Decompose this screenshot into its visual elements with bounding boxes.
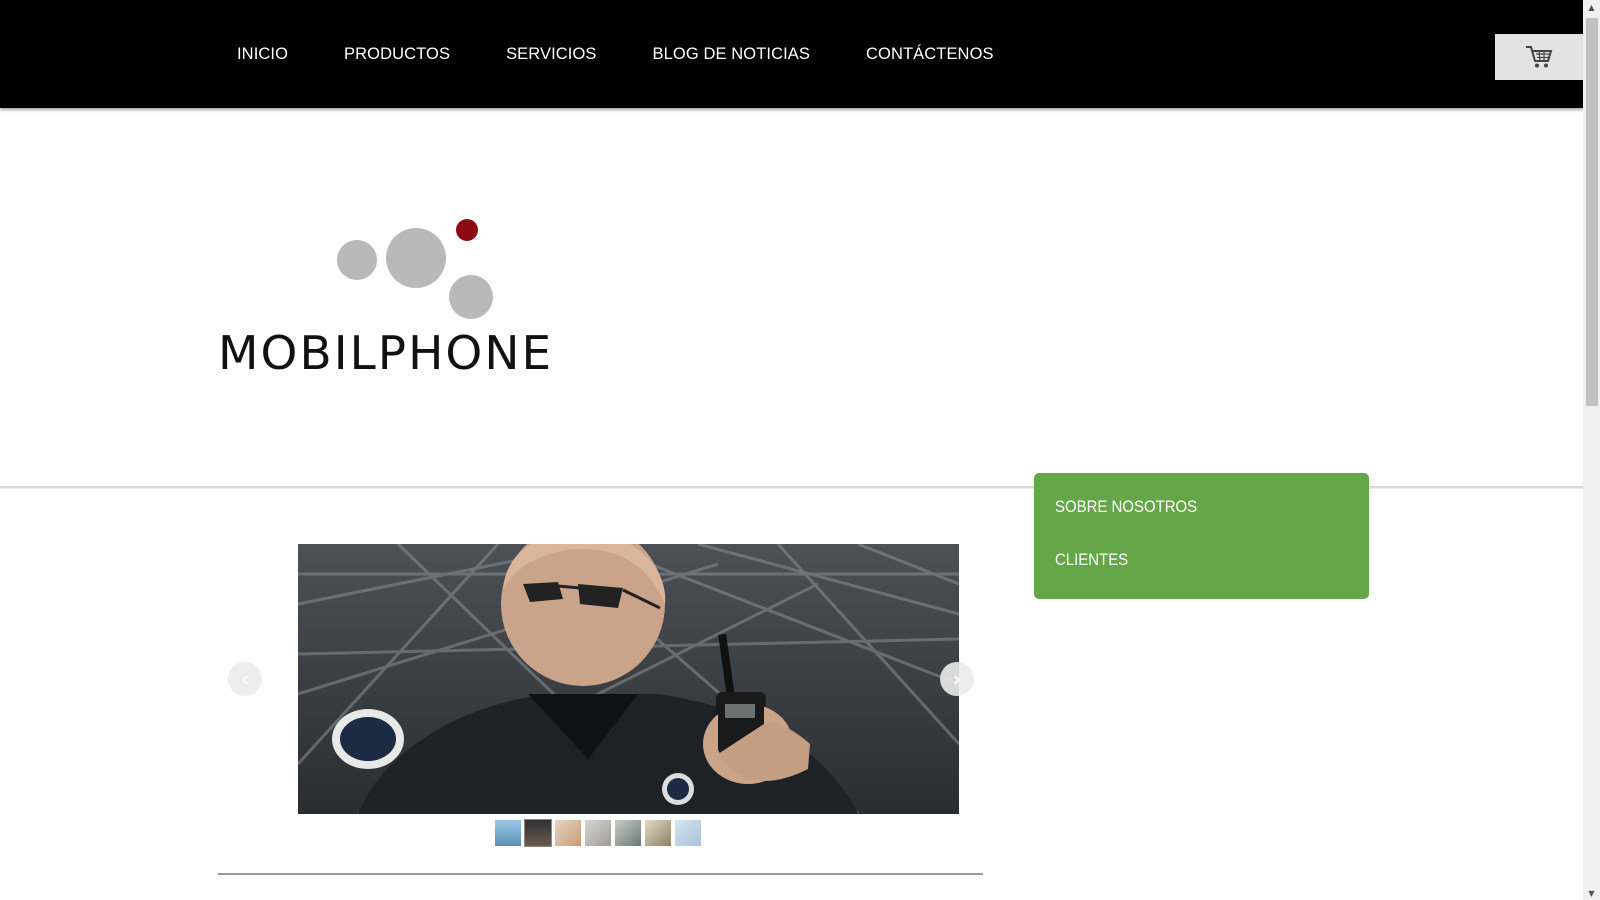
slider-thumbnail[interactable]	[555, 820, 581, 846]
slider-thumbnail[interactable]	[615, 820, 641, 846]
slider-thumbnail[interactable]	[675, 820, 701, 846]
side-menu: SOBRE NOSOTROS CLIENTES	[1034, 473, 1369, 599]
chevron-left-icon: ‹	[240, 667, 250, 691]
nav-item-blog[interactable]: BLOG DE NOTICIAS	[653, 45, 810, 64]
scroll-up-icon[interactable]: ▲	[1583, 0, 1600, 14]
chevron-right-icon: ›	[952, 667, 962, 691]
side-item-clientes[interactable]: CLIENTES	[1055, 550, 1128, 570]
content-divider	[218, 873, 983, 875]
slider-image[interactable]	[298, 544, 959, 814]
logo-mark	[337, 219, 493, 319]
slider-thumbnail[interactable]	[495, 820, 521, 846]
slider-thumbnails	[495, 819, 701, 847]
scrollbar-thumb[interactable]	[1586, 18, 1598, 406]
slider-prev-button[interactable]: ‹	[228, 662, 262, 696]
slider-next-button[interactable]: ›	[940, 662, 974, 696]
main-nav: INICIO PRODUCTOS SERVICIOS BLOG DE NOTIC…	[237, 45, 1050, 64]
page-scrollbar[interactable]: ▲ ▼	[1583, 0, 1600, 900]
nav-item-inicio[interactable]: INICIO	[237, 45, 288, 64]
site-logo[interactable]: MOBILPHONE	[218, 218, 618, 380]
shopping-cart-icon	[1526, 46, 1553, 68]
side-item-sobre-nosotros[interactable]: SOBRE NOSOTROS	[1055, 497, 1197, 517]
nav-item-productos[interactable]: PRODUCTOS	[344, 45, 450, 64]
nav-item-contactenos[interactable]: CONTÁCTENOS	[866, 45, 994, 64]
cart-button[interactable]	[1495, 34, 1583, 80]
nav-item-servicios[interactable]: SERVICIOS	[506, 45, 596, 64]
slider-thumbnail[interactable]	[585, 820, 611, 846]
top-navbar: INICIO PRODUCTOS SERVICIOS BLOG DE NOTIC…	[0, 0, 1583, 108]
logo-text: MOBILPHONE	[218, 326, 554, 380]
slider-thumbnail-active[interactable]	[524, 819, 552, 847]
security-guard-photo	[298, 544, 959, 814]
slider-thumbnail[interactable]	[645, 820, 671, 846]
scroll-down-icon[interactable]: ▼	[1583, 886, 1600, 900]
